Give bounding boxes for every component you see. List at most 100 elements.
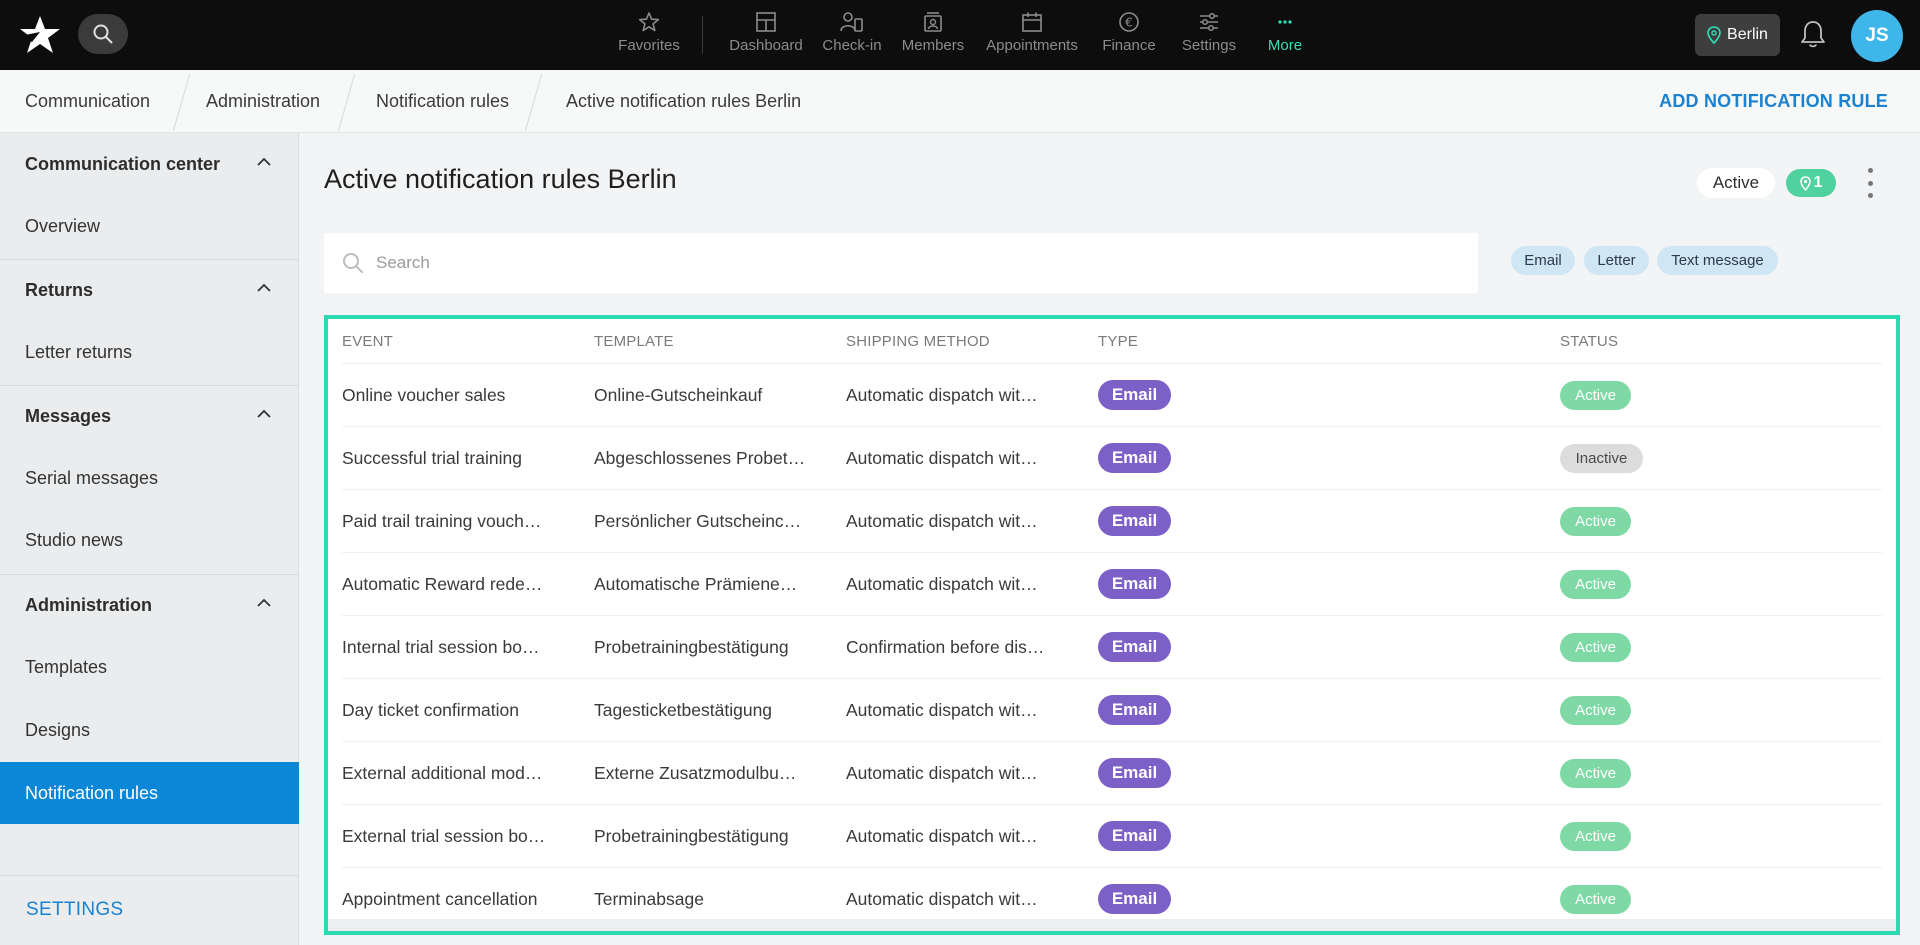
sidebar-item-letter-returns[interactable]: Letter returns xyxy=(0,321,299,383)
app-logo-icon[interactable] xyxy=(18,14,62,56)
sidebar-section-messages[interactable]: Messages xyxy=(0,385,299,447)
sidebar-item-studio-news[interactable]: Studio news xyxy=(0,509,299,571)
table-row[interactable]: Internal trial session bo… Probetrainingb… xyxy=(342,615,1882,678)
nav-dashboard-label: Dashboard xyxy=(729,37,803,54)
dots-icon xyxy=(1278,20,1292,24)
template-cell: Externe Zusatzmodulbu… xyxy=(594,762,797,783)
filter-chip-text-message[interactable]: Text message xyxy=(1657,246,1778,275)
filter-chip-letter[interactable]: Letter xyxy=(1584,246,1649,275)
status-badge: Active xyxy=(1560,633,1631,662)
shipping-method-cell: Automatic dispatch wit… xyxy=(846,510,1038,531)
user-avatar[interactable]: JS xyxy=(1851,10,1903,62)
sidebar-item-notification-rules[interactable]: Notification rules xyxy=(0,762,299,824)
sidebar-item-overview[interactable]: Overview xyxy=(0,195,299,257)
table-row[interactable]: External additional mod… Externe Zusatzmo… xyxy=(342,741,1882,804)
sidebar-divider xyxy=(0,875,299,876)
sidebar-item-serial-messages[interactable]: Serial messages xyxy=(0,447,299,509)
search-field[interactable] xyxy=(324,233,1478,293)
nav-check-in-label: Check-in xyxy=(822,37,882,54)
type-badge: Email xyxy=(1098,443,1171,473)
chevron-up-icon xyxy=(257,598,271,607)
members-icon xyxy=(924,12,942,32)
table-scroll-footer xyxy=(328,919,1896,931)
template-cell: Abgeschlossenes Probet… xyxy=(594,447,806,468)
nav-finance-label: Finance xyxy=(1102,37,1156,54)
location-pin-icon xyxy=(1799,175,1811,191)
breadcrumb-divider xyxy=(524,70,544,133)
event-cell: External trial session bo… xyxy=(342,825,546,846)
table-row[interactable]: Online voucher sales Online-Gutscheinkauf… xyxy=(342,363,1882,426)
shipping-method-cell: Automatic dispatch wit… xyxy=(846,573,1038,594)
search-icon xyxy=(93,24,113,44)
status-badge: Inactive xyxy=(1560,444,1643,473)
nav-finance[interactable]: € Finance xyxy=(1094,0,1164,70)
sidebar-section-communication-center[interactable]: Communication center xyxy=(0,133,299,195)
more-options-kebab-icon[interactable] xyxy=(1862,168,1878,198)
template-cell: Probetrainingbestätigung xyxy=(594,825,789,846)
sidebar-item-designs[interactable]: Designs xyxy=(0,699,299,761)
nav-check-in[interactable]: Check-in xyxy=(816,0,888,70)
sidebar-section-title: Administration xyxy=(25,594,153,615)
event-cell: Paid trail training vouch… xyxy=(342,510,542,531)
sidebar-section-returns[interactable]: Returns xyxy=(0,259,299,321)
filter-chip-email[interactable]: Email xyxy=(1511,246,1575,275)
table-row[interactable]: Day ticket confirmation Tagesticketbestät… xyxy=(342,678,1882,741)
chevron-up-icon xyxy=(257,283,271,292)
table-row[interactable]: Automatic Reward rede… Automatische Prämi… xyxy=(342,552,1882,615)
sidebar-settings-link[interactable]: SETTINGS xyxy=(26,899,123,921)
location-count: 1 xyxy=(1813,174,1823,191)
sidebar-section-title: Returns xyxy=(25,279,94,300)
top-navigation-bar: Favorites Dashboard Check-in Members App… xyxy=(0,0,1920,70)
breadcrumb-current-page: Active notification rules Berlin xyxy=(566,91,802,111)
nav-appointments-label: Appointments xyxy=(986,37,1078,54)
shipping-method-cell: Automatic dispatch wit… xyxy=(846,447,1038,468)
type-badge: Email xyxy=(1098,695,1171,725)
column-header-template[interactable]: TEMPLATE xyxy=(594,333,674,350)
breadcrumb-communication[interactable]: Communication xyxy=(25,70,150,133)
column-header-status[interactable]: STATUS xyxy=(1560,333,1618,350)
nav-members-label: Members xyxy=(901,37,965,54)
nav-dashboard[interactable]: Dashboard xyxy=(724,0,808,70)
nav-settings-label: Settings xyxy=(1181,37,1237,54)
breadcrumb-notification-rules[interactable]: Notification rules xyxy=(376,70,509,133)
global-search-button[interactable] xyxy=(78,14,128,54)
type-badge: Email xyxy=(1098,506,1171,536)
status-badge: Active xyxy=(1560,696,1631,725)
column-header-event[interactable]: EVENT xyxy=(342,333,393,350)
location-selector-button[interactable]: Berlin xyxy=(1695,14,1780,56)
euro-icon: € xyxy=(1119,12,1139,32)
sidebar-section-title: Communication center xyxy=(25,153,221,174)
location-count-badge: 1 xyxy=(1786,169,1836,197)
shipping-method-cell: Automatic dispatch wit… xyxy=(846,384,1038,405)
search-icon xyxy=(343,253,363,273)
column-header-shipping-method[interactable]: SHIPPING METHOD xyxy=(846,333,990,350)
nav-favorites-label: Favorites xyxy=(618,37,680,54)
sidebar-item-templates[interactable]: Templates xyxy=(0,636,299,698)
location-pin-icon xyxy=(1707,26,1721,44)
breadcrumb-divider xyxy=(172,70,192,133)
location-label: Berlin xyxy=(1727,26,1768,43)
table-row[interactable]: Paid trail training vouch… Persönlicher G… xyxy=(342,489,1882,552)
nav-settings[interactable]: Settings xyxy=(1172,0,1246,70)
event-cell: Successful trial training xyxy=(342,447,522,468)
status-filter-pill[interactable]: Active xyxy=(1697,168,1775,198)
sidebar-section-administration[interactable]: Administration xyxy=(0,574,299,636)
notification-rules-table: EVENT TEMPLATE SHIPPING METHOD TYPE STAT… xyxy=(324,315,1900,935)
add-notification-rule-button[interactable]: ADD NOTIFICATION RULE xyxy=(1659,70,1888,133)
sidebar-section-title: Messages xyxy=(25,405,112,426)
type-badge: Email xyxy=(1098,821,1171,851)
notifications-bell-icon[interactable] xyxy=(1800,19,1826,54)
column-header-type[interactable]: TYPE xyxy=(1098,333,1138,350)
table-row[interactable]: External trial session bo… Probetrainingb… xyxy=(342,804,1882,867)
nav-favorites[interactable]: Favorites xyxy=(612,0,686,70)
sidebar: Communication center Overview Returns Le… xyxy=(0,133,299,945)
event-cell: Internal trial session bo… xyxy=(342,636,540,657)
nav-more[interactable]: More xyxy=(1254,0,1316,70)
sliders-icon xyxy=(1200,12,1218,32)
nav-members[interactable]: Members xyxy=(896,0,970,70)
search-input[interactable] xyxy=(376,253,1456,273)
nav-appointments[interactable]: Appointments xyxy=(978,0,1086,70)
breadcrumb-administration[interactable]: Administration xyxy=(206,70,320,133)
breadcrumb-divider xyxy=(337,70,357,133)
table-row[interactable]: Successful trial training Abgeschlossenes… xyxy=(342,426,1882,489)
